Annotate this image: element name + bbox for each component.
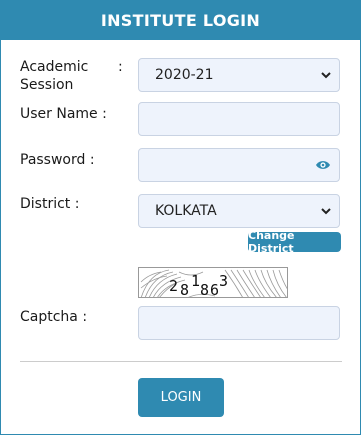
login-button[interactable]: LOGIN (138, 378, 224, 417)
password-label: Password : (20, 152, 95, 168)
change-district-button[interactable]: Change District (248, 229, 341, 255)
academic-session-select[interactable]: 2020-21 (138, 58, 340, 92)
chevron-down-icon (321, 208, 331, 215)
captcha-input[interactable] (138, 306, 340, 340)
captcha-char: 1 (191, 272, 200, 290)
district-label: District : (20, 196, 80, 212)
academic-session-value: 2020-21 (155, 67, 214, 83)
captcha-char: 8 (180, 281, 189, 298)
user-name-input[interactable] (138, 102, 340, 136)
divider (20, 361, 342, 362)
captcha-char: 6 (210, 281, 219, 298)
login-panel: INSTITUTE LOGIN Academic Session : 2020-… (0, 0, 361, 435)
password-input[interactable] (138, 148, 340, 182)
academic-session-colon: : (118, 59, 123, 75)
captcha-image: 2 8 1 8 6 3 (138, 267, 288, 298)
district-value: KOLKATA (155, 203, 217, 219)
captcha-char: 8 (200, 281, 209, 298)
district-select[interactable]: KOLKATA (138, 194, 340, 228)
chevron-down-icon (321, 72, 331, 79)
academic-session-label: Academic Session (20, 59, 89, 93)
captcha-noise: 2 8 1 8 6 3 (140, 269, 287, 298)
captcha-char: 2 (169, 277, 178, 295)
eye-icon[interactable] (315, 158, 331, 172)
user-name-label: User Name : (20, 106, 107, 122)
captcha-label: Captcha : (20, 309, 88, 325)
captcha-char: 3 (219, 272, 228, 290)
login-header: INSTITUTE LOGIN (1, 1, 360, 40)
page-title: INSTITUTE LOGIN (100, 11, 261, 30)
